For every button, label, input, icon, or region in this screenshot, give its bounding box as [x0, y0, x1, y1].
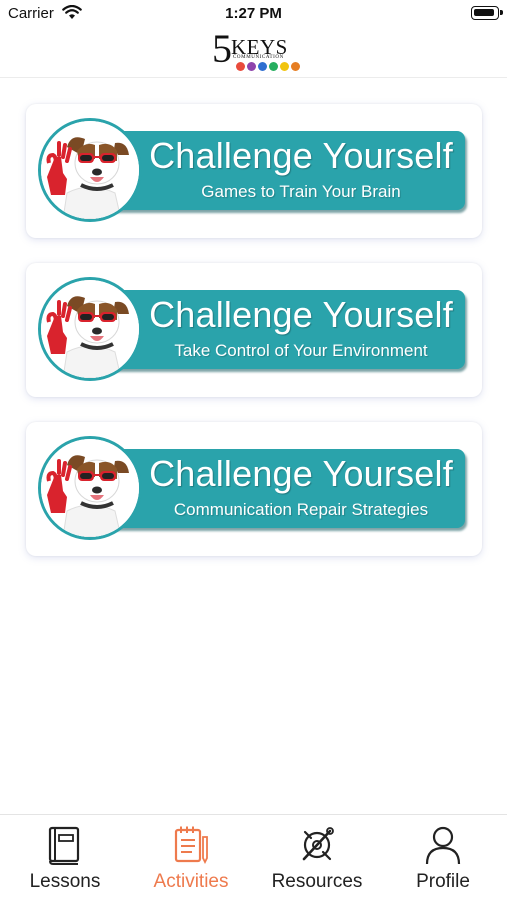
- logo-dot: [269, 62, 278, 71]
- dog-mascot-image: [38, 118, 142, 222]
- activity-title: Challenge Yourself: [149, 294, 453, 335]
- tools-icon: [302, 827, 334, 861]
- book-icon: [48, 826, 80, 865]
- dog-mascot-image: [38, 277, 142, 381]
- status-bar: Carrier 1:27 PM: [0, 0, 507, 28]
- activity-banner: Challenge Yourself Communication Repair …: [112, 449, 465, 528]
- activity-subtitle: Communication Repair Strategies: [173, 500, 429, 519]
- dog-illustration: [41, 280, 139, 378]
- logo-dot: [291, 62, 300, 71]
- tab-resources[interactable]: Resources: [254, 815, 380, 900]
- person-icon: [425, 826, 461, 865]
- logo-dot: [247, 62, 256, 71]
- logo-dot: [258, 62, 267, 71]
- activity-card-control-environment[interactable]: Challenge Yourself Take Control of Your …: [26, 263, 482, 397]
- activity-title: Challenge Yourself: [149, 453, 453, 494]
- clock-time: 1:27 PM: [225, 5, 282, 22]
- app-logo: 5 KEYS COMMUNICATION: [212, 28, 300, 74]
- dog-illustration: [41, 439, 139, 537]
- dog-illustration: [41, 121, 139, 219]
- activity-banner: Challenge Yourself Take Control of Your …: [112, 290, 465, 369]
- notepad-icon: [174, 826, 208, 865]
- logo-dots: [236, 62, 300, 71]
- logo-dot: [280, 62, 289, 71]
- activity-title: Challenge Yourself: [149, 135, 453, 176]
- logo-dot: [236, 62, 245, 71]
- tab-label: Resources: [271, 871, 363, 892]
- dog-mascot-image: [38, 436, 142, 540]
- battery-icon: [471, 6, 503, 20]
- tab-activities[interactable]: Activities: [128, 815, 254, 900]
- tab-label: Activities: [153, 871, 229, 892]
- activity-banner: Challenge Yourself Games to Train Your B…: [112, 131, 465, 210]
- logo-tagline: COMMUNICATION: [233, 55, 284, 60]
- tab-label: Profile: [416, 871, 470, 892]
- activity-card-brain-games[interactable]: Challenge Yourself Games to Train Your B…: [26, 104, 482, 238]
- activity-subtitle: Games to Train Your Brain: [201, 182, 401, 201]
- app-header: 5 KEYS COMMUNICATION: [0, 28, 507, 78]
- tab-bar: Lessons Activities Resources Profile: [0, 814, 507, 900]
- tab-lessons[interactable]: Lessons: [2, 815, 128, 900]
- tab-profile[interactable]: Profile: [380, 815, 506, 900]
- tab-label: Lessons: [29, 871, 101, 892]
- activity-subtitle: Take Control of Your Environment: [174, 341, 428, 360]
- logo-numeral: 5: [212, 26, 232, 71]
- activity-card-repair-strategies[interactable]: Challenge Yourself Communication Repair …: [26, 422, 482, 556]
